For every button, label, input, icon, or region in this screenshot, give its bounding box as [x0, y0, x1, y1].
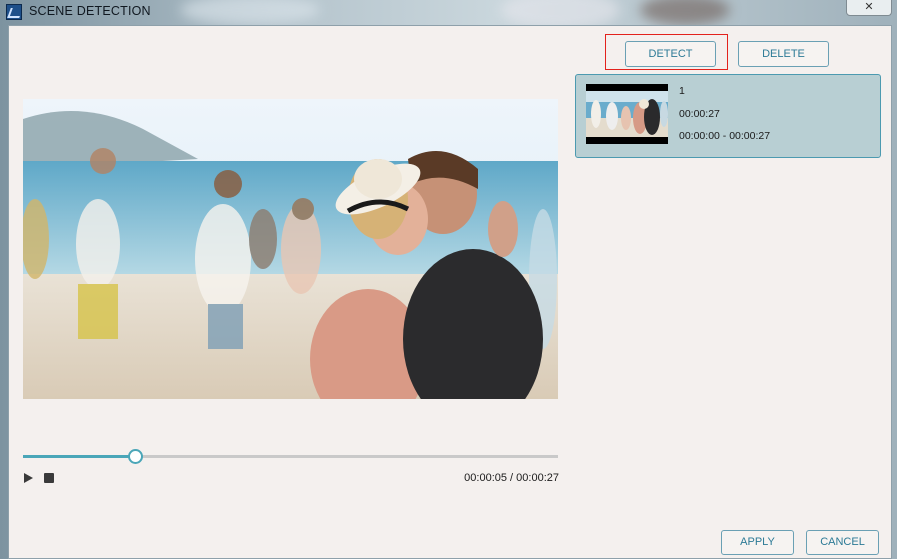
video-preview	[23, 99, 558, 399]
scene-duration: 00:00:27	[679, 108, 720, 120]
scene-time-range: 00:00:00 - 00:00:27	[679, 130, 771, 142]
time-separator: /	[507, 472, 517, 484]
title-bar: SCENE DETECTION ✕	[0, 0, 897, 24]
play-icon[interactable]	[24, 473, 33, 483]
apply-button[interactable]: APPLY	[721, 530, 794, 555]
scene-list-item[interactable]: 1 00:00:27 00:00:00 - 00:00:27	[575, 74, 881, 158]
window-title: SCENE DETECTION	[29, 4, 151, 18]
app-logo-icon	[6, 4, 22, 20]
close-button[interactable]: ✕	[846, 0, 892, 16]
scene-index: 1	[679, 85, 685, 97]
stop-icon[interactable]	[44, 473, 54, 483]
total-time: 00:00:27	[516, 472, 559, 484]
seek-bar[interactable]	[23, 449, 558, 464]
cancel-button[interactable]: CANCEL	[806, 530, 879, 555]
current-time: 00:00:05	[464, 472, 507, 484]
scene-detection-dialog: DETECT DELETE 00:00:05 / 00:00:27 1 00:0…	[8, 25, 892, 559]
seek-bar-progress	[23, 455, 134, 458]
detect-button[interactable]: DETECT	[625, 41, 716, 67]
delete-button[interactable]: DELETE	[738, 41, 829, 67]
seek-handle[interactable]	[127, 449, 143, 464]
scene-thumbnail	[586, 84, 668, 144]
time-readout: 00:00:05 / 00:00:27	[429, 472, 559, 484]
